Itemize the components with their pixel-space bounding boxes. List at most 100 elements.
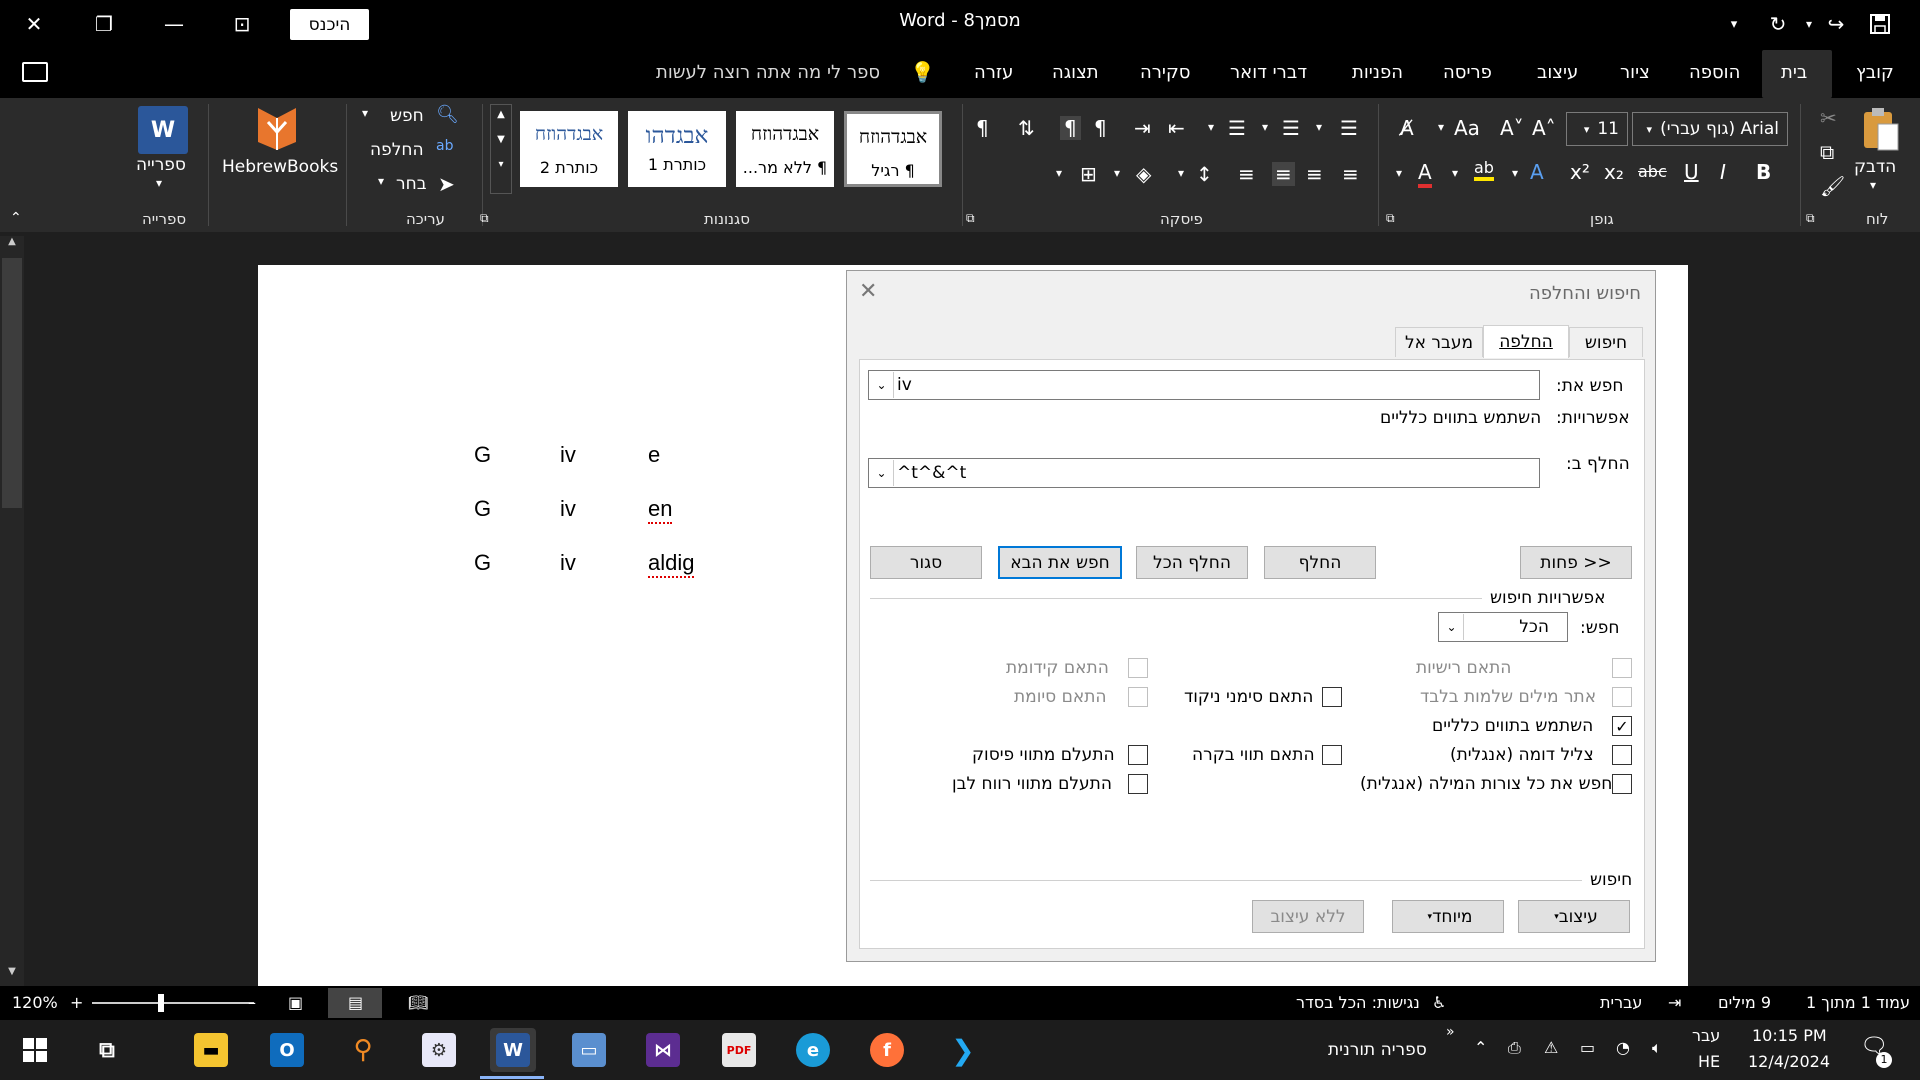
tool-app-icon[interactable]: ⚙: [416, 1028, 462, 1072]
numbering-dropdown-icon[interactable]: ▾: [1262, 120, 1268, 134]
save-icon[interactable]: [1856, 0, 1904, 48]
page-count[interactable]: עמוד 1 מתוך 1: [1806, 993, 1910, 1012]
zoom-slider[interactable]: [92, 1002, 254, 1004]
style-heading2[interactable]: אבגדהוזח כותרת 2: [520, 111, 618, 187]
font-size-select[interactable]: 11 ▾: [1566, 112, 1628, 146]
text-effects-icon[interactable]: A: [1530, 160, 1544, 184]
dialog-close-icon[interactable]: ✕: [859, 279, 877, 304]
wildcards-checkbox[interactable]: ✓: [1612, 716, 1632, 736]
highlight-dropdown-icon[interactable]: ▾: [1452, 166, 1458, 180]
task-view-icon[interactable]: ⧉: [84, 1028, 130, 1072]
replace-button[interactable]: החלף: [1264, 546, 1376, 579]
strikethrough-icon[interactable]: abc: [1638, 162, 1667, 181]
word-library-icon[interactable]: W: [138, 106, 188, 154]
style-heading1[interactable]: אבגדהו כותרת 1: [628, 111, 726, 187]
close-button[interactable]: ✕: [10, 0, 58, 48]
clock-time[interactable]: 10:15 PM: [1752, 1026, 1827, 1045]
paste-button-label[interactable]: הדבק: [1854, 157, 1896, 177]
less-button[interactable]: << פחות: [1520, 546, 1632, 579]
toolbar-expand-icon[interactable]: »: [1446, 1024, 1455, 1040]
grow-font-icon[interactable]: A˄: [1532, 116, 1556, 140]
clear-formatting-icon[interactable]: A̸: [1400, 116, 1414, 140]
styles-dialog-launcher-icon[interactable]: ⧉: [480, 211, 489, 226]
clipboard-dialog-launcher-icon[interactable]: ⧉: [1806, 211, 1815, 226]
copy-icon[interactable]: ⧉: [1820, 140, 1834, 164]
select-dropdown-icon[interactable]: ▾: [378, 174, 384, 188]
style-normal[interactable]: אבגדהוזח ¶ רגיל: [844, 111, 942, 187]
all-word-forms-checkbox[interactable]: [1612, 774, 1632, 794]
input-locale[interactable]: HE: [1698, 1052, 1720, 1071]
tab-home[interactable]: בית: [1781, 62, 1807, 83]
word-count[interactable]: 9 מילים: [1718, 993, 1771, 1012]
hebrewbooks-label[interactable]: HebrewBooks: [222, 157, 338, 177]
outlook-icon[interactable]: O: [264, 1028, 310, 1072]
sort-icon[interactable]: ⇅: [1018, 116, 1035, 140]
clock-date[interactable]: 12/4/2024: [1748, 1052, 1830, 1071]
align-right-icon[interactable]: ≡: [1272, 162, 1295, 186]
match-prefix-checkbox[interactable]: [1128, 658, 1148, 678]
replace-dropdown-chevron-icon[interactable]: ⌄: [870, 460, 894, 486]
ignore-punct-checkbox[interactable]: [1128, 745, 1148, 765]
read-mode-icon[interactable]: 📖︎: [408, 993, 428, 1012]
numbering-icon[interactable]: ☰: [1282, 116, 1300, 140]
accessibility-status[interactable]: נגישות: הכל בסדר: [1296, 993, 1420, 1012]
match-suffix-checkbox[interactable]: [1128, 687, 1148, 707]
format-button[interactable]: עיצוב ▾: [1518, 900, 1630, 933]
tab-find[interactable]: חיפוש: [1569, 327, 1643, 357]
wifi-icon[interactable]: ◔: [1616, 1038, 1630, 1057]
input-language[interactable]: עבר: [1692, 1026, 1720, 1045]
font-name-select[interactable]: Arial (גוף עברי) ▾: [1632, 112, 1788, 146]
replace-with-input[interactable]: ^t^&^t ⌄: [868, 458, 1540, 488]
subscript-icon[interactable]: x₂: [1604, 160, 1624, 184]
sounds-like-checkbox[interactable]: [1612, 745, 1632, 765]
cut-icon[interactable]: ✂: [1820, 106, 1837, 130]
tab-file[interactable]: קובץ: [1856, 62, 1894, 83]
tab-design[interactable]: עיצוב: [1537, 62, 1578, 83]
tray-app-icon[interactable]: ⚠: [1544, 1038, 1558, 1057]
justify-icon[interactable]: ≡: [1238, 162, 1255, 186]
ignore-space-checkbox[interactable]: [1128, 774, 1148, 794]
match-case-checkbox[interactable]: [1612, 658, 1632, 678]
customize-qat-icon[interactable]: ▾: [1710, 0, 1758, 48]
tab-draw[interactable]: ציור: [1620, 62, 1650, 83]
bullets-icon[interactable]: ☰: [1340, 116, 1358, 140]
language-status[interactable]: עברית: [1600, 993, 1642, 1012]
search-app-icon[interactable]: ⚲: [340, 1028, 386, 1072]
text-effects-dropdown-icon[interactable]: ▾: [1512, 166, 1518, 180]
remote-desktop-icon[interactable]: ▭: [566, 1028, 612, 1072]
decrease-indent-icon[interactable]: ⇤: [1168, 116, 1185, 140]
shading-dropdown-icon[interactable]: ▾: [1114, 166, 1120, 180]
rtl-icon[interactable]: ¶: [1060, 116, 1081, 140]
edge-icon[interactable]: e: [790, 1028, 836, 1072]
file-explorer-icon[interactable]: ▬: [188, 1028, 234, 1072]
volume-icon[interactable]: 🔈︎: [1652, 1038, 1662, 1058]
align-center-icon[interactable]: ≡: [1306, 162, 1323, 186]
comments-icon[interactable]: [22, 62, 48, 82]
collapse-ribbon-icon[interactable]: ⌃: [10, 210, 22, 226]
firefox-icon[interactable]: f: [864, 1028, 910, 1072]
find-dropdown-chevron-icon[interactable]: ⌄: [870, 372, 894, 398]
find-dropdown-icon[interactable]: ▾: [362, 106, 368, 120]
whole-words-checkbox[interactable]: [1612, 687, 1632, 707]
multilevel-dropdown-icon[interactable]: ▾: [1208, 120, 1214, 134]
scroll-thumb[interactable]: [2, 258, 22, 508]
paste-icon[interactable]: [1860, 106, 1900, 154]
match-punct-checkbox[interactable]: [1322, 687, 1342, 707]
pdf-app-icon[interactable]: PDF: [716, 1028, 762, 1072]
search-direction-chevron-icon[interactable]: ⌄: [1440, 614, 1464, 640]
tab-goto[interactable]: מעבר אל: [1395, 327, 1483, 357]
tab-help[interactable]: עזרה: [974, 62, 1013, 83]
restore-button[interactable]: ❐: [80, 0, 128, 48]
paragraph-dialog-launcher-icon[interactable]: ⧉: [966, 211, 975, 226]
font-color-dropdown-icon[interactable]: ▾: [1396, 166, 1402, 180]
sign-in-button[interactable]: היכנס: [290, 9, 369, 40]
bold-icon[interactable]: B: [1756, 160, 1771, 184]
start-button[interactable]: [12, 1028, 58, 1072]
show-marks-icon[interactable]: ¶: [976, 116, 989, 140]
select-button[interactable]: בחר: [396, 174, 427, 194]
ribbon-display-icon[interactable]: ⊡: [218, 0, 266, 48]
undo-icon[interactable]: ↪: [1812, 0, 1860, 48]
shrink-font-icon[interactable]: A˅: [1500, 116, 1524, 140]
tab-references[interactable]: הפניות: [1352, 62, 1403, 83]
torah-library-toolbar[interactable]: ספריה תורנית: [1328, 1040, 1427, 1060]
